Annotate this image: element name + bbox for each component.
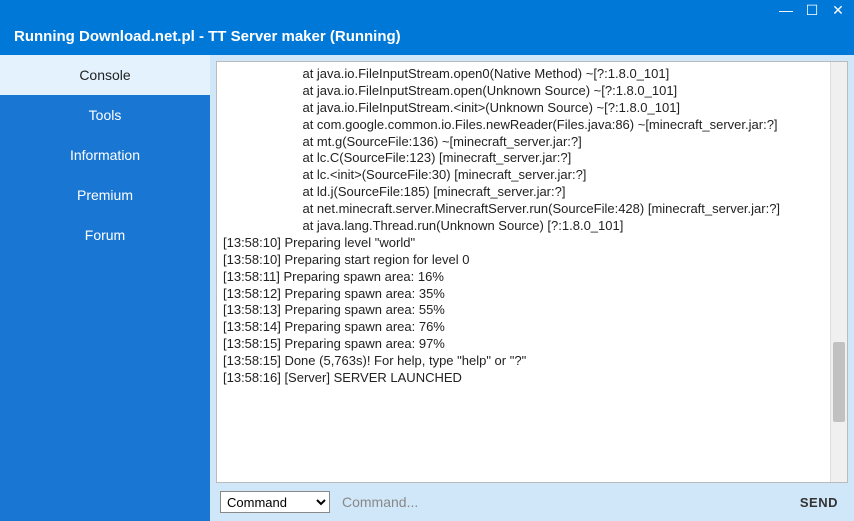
sidebar-item-premium[interactable]: Premium bbox=[0, 175, 210, 215]
sidebar-item-label: Premium bbox=[77, 187, 133, 203]
console-container: at java.io.FileInputStream.open0(Native … bbox=[216, 61, 848, 483]
send-button[interactable]: SEND bbox=[794, 493, 844, 512]
sidebar-item-console[interactable]: Console bbox=[0, 55, 210, 95]
console-output[interactable]: at java.io.FileInputStream.open0(Native … bbox=[217, 62, 830, 482]
sidebar-item-tools[interactable]: Tools bbox=[0, 95, 210, 135]
sidebar: Console Tools Information Premium Forum bbox=[0, 55, 210, 521]
sidebar-item-information[interactable]: Information bbox=[0, 135, 210, 175]
sidebar-item-label: Console bbox=[79, 67, 130, 83]
sidebar-item-label: Tools bbox=[89, 107, 122, 123]
maximize-icon[interactable]: ☐ bbox=[804, 3, 820, 17]
close-icon[interactable]: ✕ bbox=[830, 3, 846, 17]
window-controls: — ☐ ✕ bbox=[0, 0, 854, 20]
scrollbar[interactable] bbox=[830, 62, 847, 482]
command-input[interactable] bbox=[338, 492, 786, 512]
scroll-thumb[interactable] bbox=[833, 342, 845, 422]
sidebar-item-label: Information bbox=[70, 147, 140, 163]
command-type-select[interactable]: Command bbox=[220, 491, 330, 513]
main-panel: at java.io.FileInputStream.open0(Native … bbox=[210, 55, 854, 521]
window-title: Running Download.net.pl - TT Server make… bbox=[0, 20, 854, 55]
command-bar: Command SEND bbox=[216, 483, 848, 515]
app-window: — ☐ ✕ Running Download.net.pl - TT Serve… bbox=[0, 0, 854, 521]
minimize-icon[interactable]: — bbox=[778, 3, 794, 17]
sidebar-item-label: Forum bbox=[85, 227, 125, 243]
sidebar-item-forum[interactable]: Forum bbox=[0, 215, 210, 255]
app-body: Console Tools Information Premium Forum … bbox=[0, 55, 854, 521]
